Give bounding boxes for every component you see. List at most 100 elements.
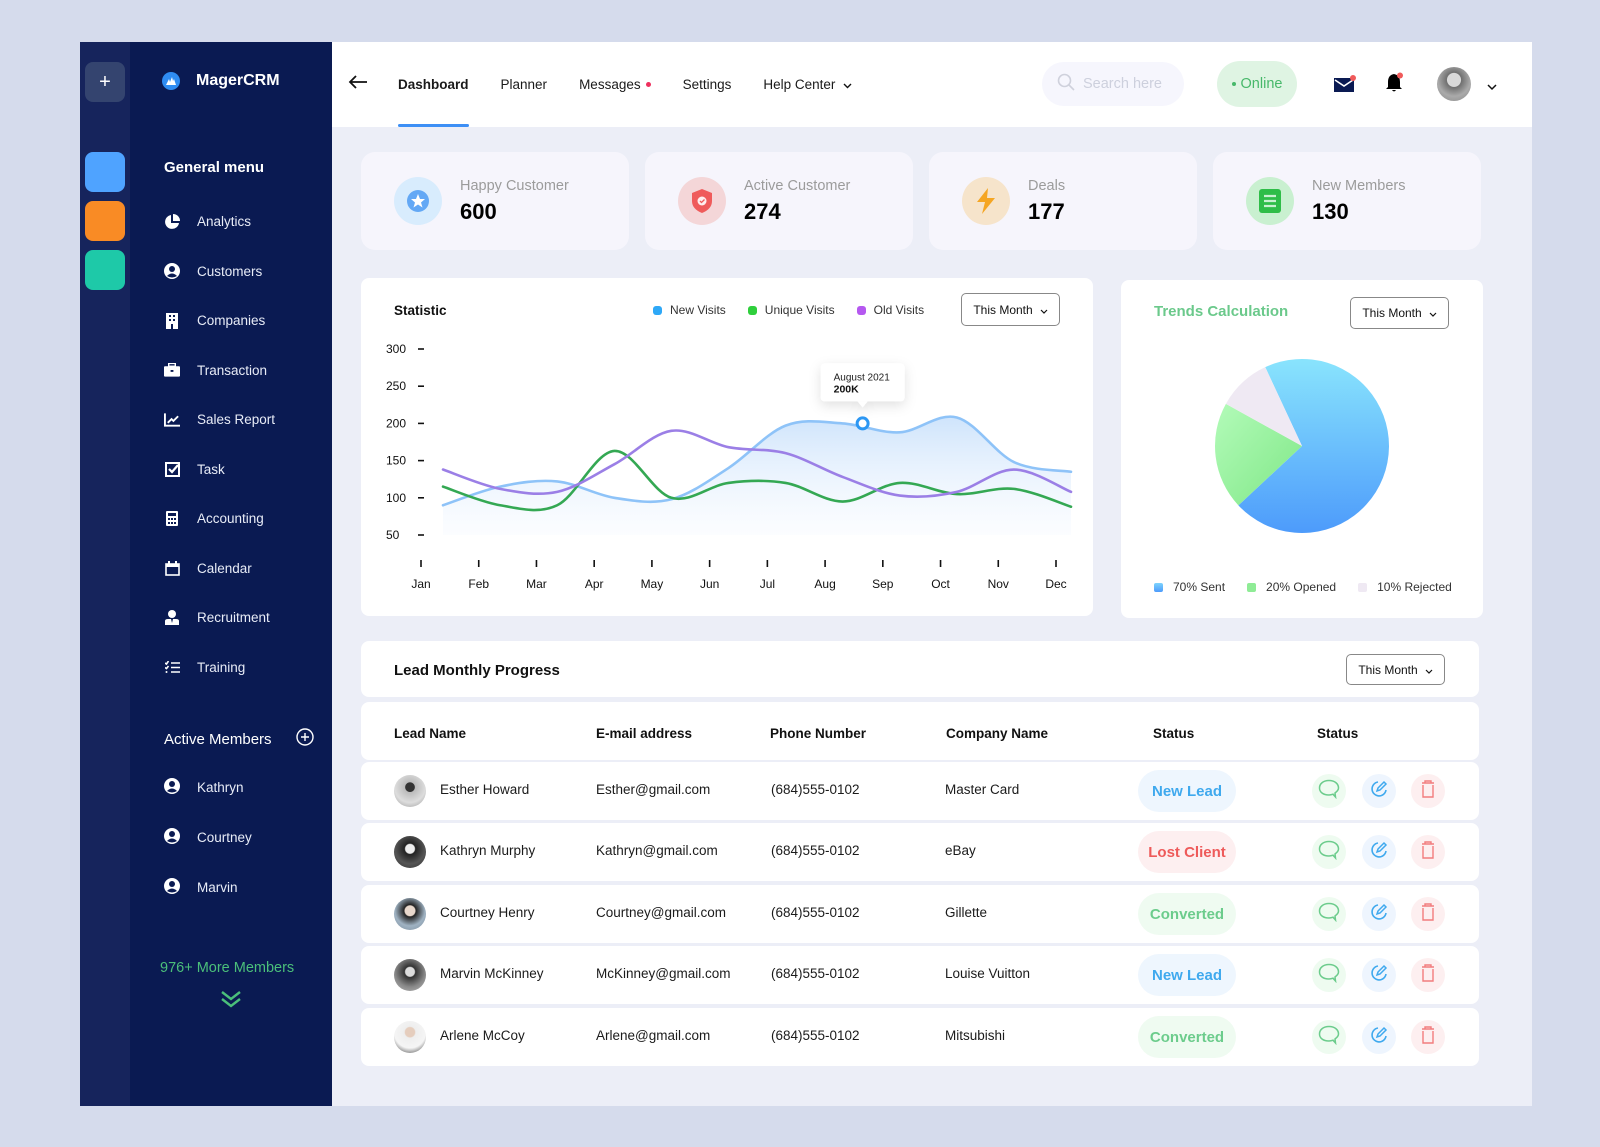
legend-swatch xyxy=(1154,583,1163,592)
general-menu-title: General menu xyxy=(164,159,265,176)
delete-button[interactable] xyxy=(1411,835,1445,869)
pie-chart-icon xyxy=(164,213,180,230)
tab-dashboard[interactable]: Dashboard xyxy=(398,42,485,127)
table-row[interactable]: Marvin McKinney McKinney@gmail.com (684)… xyxy=(361,946,1479,1004)
tab-messages[interactable]: Messages xyxy=(563,42,667,127)
trash-icon xyxy=(1420,963,1436,988)
message-button[interactable] xyxy=(1312,1020,1346,1054)
user-avatar[interactable] xyxy=(1437,67,1471,101)
workspace-blue[interactable] xyxy=(85,152,125,192)
status-dot-icon xyxy=(1231,82,1236,86)
add-member-icon[interactable] xyxy=(296,728,314,750)
column-header[interactable]: Lead Name xyxy=(394,726,466,741)
back-arrow-icon[interactable] xyxy=(348,74,368,95)
column-header[interactable]: Status xyxy=(1317,726,1358,741)
sidebar-item-calendar[interactable]: Calendar xyxy=(164,544,275,594)
legend-opened: 20% Opened xyxy=(1247,580,1336,594)
sidebar-item-customers[interactable]: Customers xyxy=(164,247,275,297)
legend-swatch xyxy=(1358,583,1368,592)
lead-table-header: Lead Name E-mail address Phone Number Co… xyxy=(361,702,1479,760)
lead-phone: (684)555-0102 xyxy=(771,843,860,858)
chat-bubble-icon xyxy=(1318,840,1340,865)
status-badge: Converted xyxy=(1138,1016,1236,1058)
workspace-teal[interactable] xyxy=(85,250,125,290)
trends-panel: Trends Calculation This Month 70% Sent 2… xyxy=(1121,280,1483,618)
plus-icon: + xyxy=(99,70,111,93)
delete-button[interactable] xyxy=(1411,897,1445,931)
lead-name: Courtney Henry xyxy=(440,905,535,920)
x-tick-label: Nov xyxy=(988,577,1009,591)
y-tick-label: 300 xyxy=(386,342,406,356)
sidebar-item-companies[interactable]: Companies xyxy=(164,296,275,346)
lead-email: Courtney@gmail.com xyxy=(596,905,726,920)
edit-button[interactable] xyxy=(1362,835,1396,869)
message-button[interactable] xyxy=(1312,958,1346,992)
lead-company: Gillette xyxy=(945,905,988,920)
notification-bell-icon[interactable] xyxy=(1385,72,1405,99)
sidebar-item-analytics[interactable]: Analytics xyxy=(164,197,275,247)
table-row[interactable]: Arlene McCoy Arlene@gmail.com (684)555-0… xyxy=(361,1008,1479,1066)
lead-avatar xyxy=(394,1021,426,1053)
lead-name: Marvin McKinney xyxy=(440,966,544,981)
lead-phone: (684)555-0102 xyxy=(771,782,860,797)
sidebar-item-sales-report[interactable]: Sales Report xyxy=(164,395,275,445)
delete-button[interactable] xyxy=(1411,958,1445,992)
tab-planner[interactable]: Planner xyxy=(485,42,564,127)
table-row[interactable]: Kathryn Murphy Kathryn@gmail.com (684)55… xyxy=(361,823,1479,881)
status-label: Online xyxy=(1240,76,1283,92)
brand[interactable]: MagerCRM xyxy=(162,72,280,90)
column-header[interactable]: E-mail address xyxy=(596,726,692,741)
online-status-badge[interactable]: Online xyxy=(1217,61,1297,107)
member-item[interactable]: Marvin xyxy=(164,862,252,912)
sidebar-item-accounting[interactable]: Accounting xyxy=(164,494,275,544)
member-item[interactable]: Courtney xyxy=(164,812,252,862)
search-box[interactable] xyxy=(1042,62,1184,106)
legend-swatch xyxy=(1247,583,1257,592)
edit-button[interactable] xyxy=(1362,774,1396,808)
line-chart-icon xyxy=(164,412,180,428)
sidebar-item-training[interactable]: Training xyxy=(164,643,275,693)
sidebar-item-recruitment[interactable]: Recruitment xyxy=(164,593,275,643)
checkbox-icon xyxy=(164,461,180,477)
message-button[interactable] xyxy=(1312,897,1346,931)
column-header[interactable]: Status xyxy=(1153,726,1194,741)
active-members-list: Kathryn Courtney Marvin xyxy=(164,762,252,912)
column-header[interactable]: Company Name xyxy=(946,726,1048,741)
edit-button[interactable] xyxy=(1362,1020,1396,1054)
edit-button[interactable] xyxy=(1362,958,1396,992)
tab-help-center[interactable]: Help Center xyxy=(747,42,868,127)
more-members-link[interactable]: 976+ More Members xyxy=(160,960,294,976)
tooltip-point[interactable] xyxy=(855,416,870,431)
column-header[interactable]: Phone Number xyxy=(770,726,866,741)
search-icon xyxy=(1057,73,1075,96)
lead-company: Louise Vuitton xyxy=(945,966,1031,981)
delete-button[interactable] xyxy=(1411,1020,1445,1054)
message-button[interactable] xyxy=(1312,835,1346,869)
message-button[interactable] xyxy=(1312,774,1346,808)
table-row[interactable]: Esther Howard Esther@gmail.com (684)555-… xyxy=(361,762,1479,820)
trash-icon xyxy=(1420,840,1436,865)
legend-label: 10% Rejected xyxy=(1377,580,1452,594)
x-tick-label: Oct xyxy=(931,577,950,591)
user-menu-chevron-icon[interactable] xyxy=(1487,78,1497,96)
double-chevron-down-icon[interactable] xyxy=(220,990,242,1013)
sidebar-item-transaction[interactable]: Transaction xyxy=(164,346,275,396)
search-input[interactable] xyxy=(1083,76,1183,92)
lead-avatar xyxy=(394,775,426,807)
stat-value: 274 xyxy=(744,199,781,224)
chevron-down-icon xyxy=(843,77,852,92)
member-item[interactable]: Kathryn xyxy=(164,762,252,812)
workspace-orange[interactable] xyxy=(85,201,125,241)
delete-button[interactable] xyxy=(1411,774,1445,808)
table-row[interactable]: Courtney Henry Courtney@gmail.com (684)5… xyxy=(361,885,1479,943)
edit-button[interactable] xyxy=(1362,897,1396,931)
mail-icon[interactable] xyxy=(1334,75,1356,98)
x-tick-label: Feb xyxy=(468,577,489,591)
tab-label: Settings xyxy=(682,77,732,92)
tab-settings[interactable]: Settings xyxy=(667,42,748,127)
lead-period-dropdown[interactable]: This Month xyxy=(1346,654,1445,685)
lead-email: Kathryn@gmail.com xyxy=(596,843,718,858)
sidebar-item-task[interactable]: Task xyxy=(164,445,275,495)
legend-label: 20% Opened xyxy=(1266,580,1337,594)
add-workspace-button[interactable]: + xyxy=(85,62,125,102)
